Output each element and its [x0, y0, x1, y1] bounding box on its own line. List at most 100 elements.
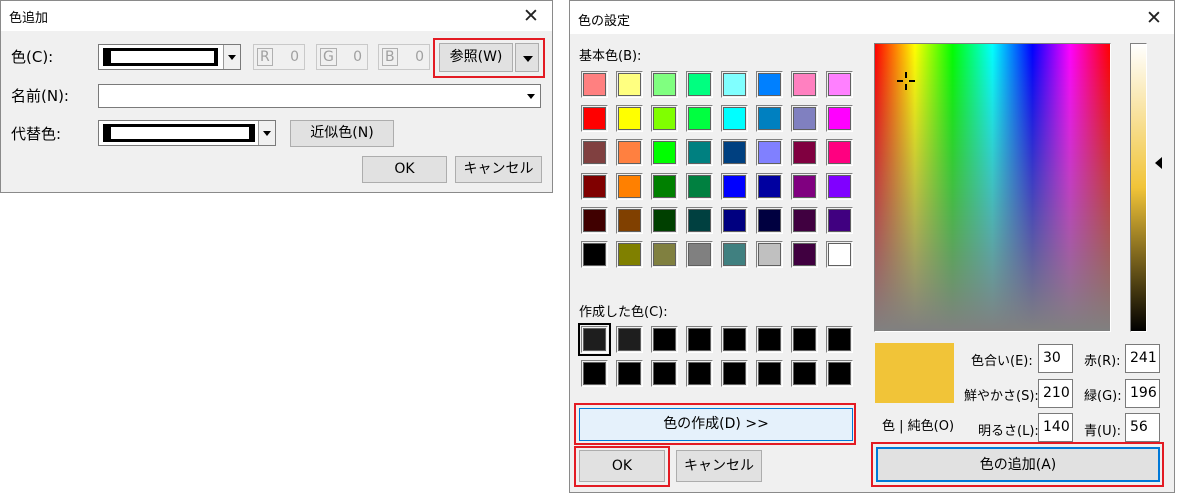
basic-color-swatch[interactable] [686, 71, 713, 98]
close-icon[interactable]: ✕ [1137, 5, 1171, 31]
basic-color-swatch[interactable] [826, 207, 853, 234]
custom-color-swatch[interactable] [686, 360, 713, 387]
basic-color-swatch[interactable] [686, 207, 713, 234]
color-combobox[interactable] [98, 44, 241, 70]
cancel-button[interactable]: キャンセル [455, 156, 542, 183]
close-icon[interactable]: ✕ [514, 3, 548, 29]
luminosity-arrow-icon[interactable] [1155, 157, 1162, 169]
ok-button[interactable]: OK [362, 156, 447, 183]
custom-color-swatch[interactable] [826, 326, 853, 353]
basic-color-swatch[interactable] [616, 241, 643, 268]
custom-color-swatch[interactable] [616, 360, 643, 387]
basic-color-swatch[interactable] [651, 207, 678, 234]
basic-color-swatch[interactable] [686, 173, 713, 200]
custom-color-swatch[interactable] [578, 323, 611, 356]
basic-color-swatch[interactable] [581, 241, 608, 268]
basic-color-swatch[interactable] [791, 241, 818, 268]
custom-color-swatch[interactable] [686, 326, 713, 353]
basic-color-swatch[interactable] [721, 139, 748, 166]
basic-color-swatch[interactable] [616, 173, 643, 200]
custom-color-swatch[interactable] [756, 326, 783, 353]
basic-color-swatch[interactable] [791, 71, 818, 98]
basic-color-swatch[interactable] [756, 173, 783, 200]
basic-color-swatch[interactable] [756, 139, 783, 166]
basic-color-swatch[interactable] [651, 241, 678, 268]
chevron-down-icon[interactable] [523, 85, 540, 107]
basic-color-swatch[interactable] [581, 105, 608, 132]
basic-color-swatch[interactable] [791, 173, 818, 200]
basic-color-swatch[interactable] [791, 139, 818, 166]
basic-color-swatch[interactable] [651, 105, 678, 132]
basic-color-swatch[interactable] [826, 139, 853, 166]
basic-color-swatch[interactable] [756, 105, 783, 132]
name-combobox[interactable] [98, 84, 541, 108]
basic-color-swatch[interactable] [826, 105, 853, 132]
add-to-custom-button[interactable]: 色の追加(A) [876, 447, 1160, 482]
basic-color-swatch[interactable] [616, 105, 643, 132]
blue-input[interactable]: 56 [1125, 413, 1160, 442]
custom-color-swatch[interactable] [756, 360, 783, 387]
basic-color-swatch[interactable] [756, 71, 783, 98]
basic-color-swatch[interactable] [721, 71, 748, 98]
browse-button[interactable]: 参照(W) [439, 43, 513, 72]
basic-color-swatch[interactable] [791, 207, 818, 234]
basic-color-swatch[interactable] [686, 139, 713, 166]
custom-color-swatch[interactable] [791, 360, 818, 387]
alt-color-label: 代替色: [11, 125, 62, 143]
crosshair-icon[interactable] [897, 72, 915, 90]
browse-dropdown-button[interactable] [515, 43, 539, 72]
g-field: G 0 [316, 44, 368, 70]
basic-color-swatch[interactable] [616, 139, 643, 166]
basic-color-swatch[interactable] [581, 139, 608, 166]
basic-color-swatch[interactable] [791, 105, 818, 132]
custom-color-swatch[interactable] [651, 326, 678, 353]
basic-color-swatch[interactable] [686, 105, 713, 132]
color-solid-label[interactable]: 色 | 純色(O) [882, 415, 954, 434]
custom-color-swatch[interactable] [791, 326, 818, 353]
basic-color-swatch[interactable] [756, 207, 783, 234]
alt-color-combobox[interactable] [98, 120, 276, 146]
color-spectrum[interactable] [874, 43, 1111, 332]
basic-color-swatch[interactable] [616, 207, 643, 234]
red-input[interactable]: 241 [1125, 344, 1160, 373]
basic-color-swatch[interactable] [581, 173, 608, 200]
basic-color-swatch[interactable] [721, 207, 748, 234]
chevron-down-icon[interactable] [223, 45, 240, 69]
basic-color-swatch[interactable] [826, 241, 853, 268]
lum-label: 明るさ(L): [978, 424, 1039, 439]
basic-color-swatch[interactable] [581, 71, 608, 98]
basic-color-swatch[interactable] [651, 71, 678, 98]
custom-color-swatch[interactable] [616, 326, 643, 353]
basic-color-swatch[interactable] [721, 105, 748, 132]
custom-color-swatch[interactable] [721, 360, 748, 387]
luminosity-bar[interactable] [1130, 43, 1147, 332]
basic-color-swatch[interactable] [826, 71, 853, 98]
hue-input[interactable]: 30 [1038, 344, 1073, 373]
basic-color-swatch[interactable] [826, 173, 853, 200]
sat-input[interactable]: 210 [1038, 379, 1073, 408]
custom-color-swatch[interactable] [581, 360, 608, 387]
custom-color-swatch[interactable] [826, 360, 853, 387]
basic-color-swatch[interactable] [651, 173, 678, 200]
lum-input[interactable]: 140 [1038, 413, 1073, 442]
define-custom-color-button[interactable]: 色の作成(D) >> [579, 408, 853, 441]
basic-color-swatch[interactable] [651, 139, 678, 166]
basic-color-swatch[interactable] [581, 207, 608, 234]
basic-color-swatch[interactable] [721, 241, 748, 268]
basic-color-swatch[interactable] [616, 71, 643, 98]
red-label: 赤(R): [1084, 354, 1121, 369]
custom-color-swatch[interactable] [721, 326, 748, 353]
green-input[interactable]: 196 [1125, 379, 1160, 408]
custom-color-swatch[interactable] [651, 360, 678, 387]
sat-label: 鮮やかさ(S): [964, 389, 1039, 404]
approx-color-button[interactable]: 近似色(N) [290, 120, 394, 147]
chevron-down-icon[interactable] [258, 121, 275, 145]
ok-button[interactable]: OK [579, 450, 665, 482]
basic-color-swatch[interactable] [721, 173, 748, 200]
cancel-button[interactable]: キャンセル [676, 450, 762, 482]
title-bar: 色追加 ✕ [1, 1, 552, 31]
basic-color-swatch[interactable] [686, 241, 713, 268]
r-label: R [257, 48, 273, 66]
basic-color-swatch[interactable] [756, 241, 783, 268]
color-label: 色(C): [11, 48, 54, 66]
